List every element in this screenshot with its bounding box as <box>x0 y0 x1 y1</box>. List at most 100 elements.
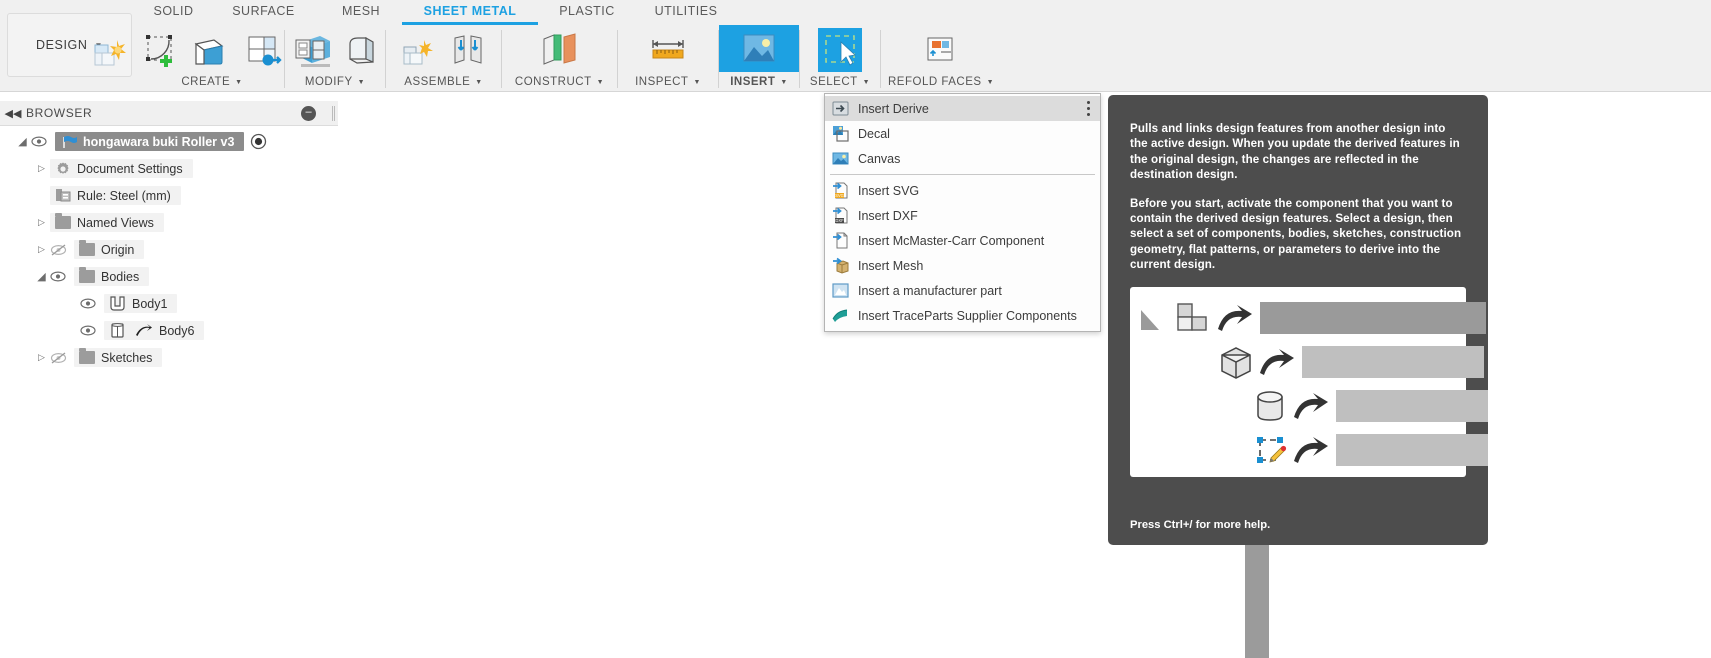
tree-node-body6[interactable]: Body6 <box>0 317 338 344</box>
tooltip-paragraph-2: Before you start, activate the component… <box>1130 196 1462 272</box>
tree-node-body6-pill: Body6 <box>104 321 205 340</box>
panel-construct-label[interactable]: CONSTRUCT ▼ <box>515 72 604 92</box>
menu-item-insert-svg[interactable]: SVG Insert SVG <box>825 178 1100 203</box>
curved-arrow-icon <box>1258 347 1296 377</box>
visibility-eye-icon[interactable] <box>50 271 74 282</box>
modify-unfold-button[interactable] <box>338 27 383 72</box>
tree-node-named-views[interactable]: ▷ Named Views <box>0 209 338 236</box>
visibility-hidden-icon[interactable] <box>50 351 74 364</box>
canvas-icon <box>832 150 849 167</box>
panel-modify-label[interactable]: MODIFY ▼ <box>305 72 365 92</box>
ribbon-tabs: SOLID SURFACE MESH SHEET METAL PLASTIC U… <box>140 0 736 25</box>
visibility-eye-icon[interactable] <box>80 298 104 309</box>
menu-item-insert-dxf[interactable]: DXF Insert DXF <box>825 203 1100 228</box>
tooltip-illustration <box>1130 286 1488 477</box>
menu-item-insert-svg-label: Insert SVG <box>858 183 920 198</box>
construct-plane-button[interactable] <box>537 27 582 72</box>
chevron-down-icon: ▼ <box>475 78 483 86</box>
panel-insert: INSERT ▼ <box>719 25 799 92</box>
inspect-measure-button[interactable] <box>646 27 691 72</box>
create-contour-flange-button[interactable] <box>241 27 286 72</box>
visibility-hidden-icon[interactable] <box>50 243 74 256</box>
panel-insert-label[interactable]: INSERT ▼ <box>730 72 788 92</box>
tab-utilities[interactable]: UTILITIES <box>636 0 736 25</box>
menu-item-insert-derive[interactable]: Insert Derive <box>825 96 1100 121</box>
illustration-row-4 <box>1252 433 1488 467</box>
expanded-arrow-icon[interactable]: ◢ <box>14 135 31 148</box>
panel-refold-faces-label[interactable]: REFOLD FACES ▼ <box>888 72 994 92</box>
body-u-icon <box>104 296 126 311</box>
menu-item-insert-mesh[interactable]: Insert Mesh <box>825 253 1100 278</box>
create-sketch-button[interactable] <box>139 27 184 72</box>
tree-node-document-settings[interactable]: ▷ Document Settings <box>0 155 338 182</box>
tree-node-rule-label: Rule: Steel (mm) <box>77 188 171 203</box>
tab-surface[interactable]: SURFACE <box>207 0 320 25</box>
panel-inspect: INSPECT ▼ <box>618 25 718 92</box>
tree-node-root-pill: hongawara buki Roller v3 <box>55 132 245 151</box>
panel-modify: MODIFY ▼ <box>285 25 385 92</box>
mcmaster-carr-icon <box>832 232 849 249</box>
tree-node-origin[interactable]: ▷ Origin <box>0 236 338 263</box>
manufacturer-part-icon <box>832 282 849 299</box>
tree-node-root[interactable]: ◢ hongawara buki Roller v3 <box>0 128 338 155</box>
tab-plastic[interactable]: PLASTIC <box>538 0 636 25</box>
tab-sheet-metal[interactable]: SHEET METAL <box>402 0 538 25</box>
panel-create-label[interactable]: CREATE ▼ <box>181 72 242 92</box>
activate-component-radio[interactable] <box>250 133 267 150</box>
sketch-icon <box>1252 433 1288 467</box>
arrow-icon <box>126 324 153 337</box>
menu-item-insert-mesh-label: Insert Mesh <box>858 258 924 273</box>
rule-icon <box>50 188 71 203</box>
browser-resize-grip[interactable] <box>332 106 335 121</box>
panel-inspect-label[interactable]: INSPECT ▼ <box>635 72 701 92</box>
panel-modify-icons <box>287 25 383 72</box>
collapse-browser-icon[interactable]: ◀◀ <box>0 107 26 120</box>
tree-node-sketches-pill: Sketches <box>74 348 163 367</box>
tree-node-bodies[interactable]: ◢ Bodies <box>0 263 338 290</box>
assemble-joint-button[interactable] <box>447 27 492 72</box>
refold-faces-button[interactable] <box>919 27 964 72</box>
collapsed-arrow-icon[interactable]: ▷ <box>33 217 50 228</box>
visibility-eye-icon[interactable] <box>80 325 104 336</box>
tree-node-body1[interactable]: Body1 <box>0 290 338 317</box>
collapsed-arrow-icon[interactable]: ▷ <box>33 163 50 174</box>
tab-surface-label: SURFACE <box>232 4 295 18</box>
menu-item-insert-traceparts-supplier-components[interactable]: Insert TraceParts Supplier Components <box>825 303 1100 328</box>
select-window-button[interactable] <box>818 28 862 72</box>
minus-circle-icon[interactable]: – <box>301 106 316 121</box>
tree-node-rule[interactable]: Rule: Steel (mm) <box>0 182 338 209</box>
menu-item-insert-mcmaster-carr-component[interactable]: Insert McMaster-Carr Component <box>825 228 1100 253</box>
insert-canvas-button[interactable] <box>719 25 799 72</box>
tree-node-document-settings-label: Document Settings <box>77 161 183 176</box>
collapsed-arrow-icon[interactable]: ▷ <box>33 352 50 363</box>
cylinder-icon <box>1252 389 1288 423</box>
overflow-menu-icon[interactable] <box>1087 101 1090 119</box>
expanded-arrow-icon[interactable]: ◢ <box>33 270 50 283</box>
modify-bend-button[interactable] <box>287 27 332 72</box>
tree-node-named-views-pill: Named Views <box>50 213 164 232</box>
menu-item-decal-label: Decal <box>858 126 890 141</box>
tab-mesh[interactable]: MESH <box>320 0 402 25</box>
menu-item-decal[interactable]: Decal <box>825 121 1100 146</box>
assemble-new-component-button[interactable] <box>396 27 441 72</box>
menu-item-canvas[interactable]: Canvas <box>825 146 1100 171</box>
panel-assemble-label[interactable]: ASSEMBLE ▼ <box>404 72 482 92</box>
menu-item-insert-a-manufacturer-part[interactable]: Insert a manufacturer part <box>825 278 1100 303</box>
tree-node-sketches[interactable]: ▷ Sketches <box>0 344 338 371</box>
tab-plastic-label: PLASTIC <box>559 4 615 18</box>
collapsed-arrow-icon[interactable]: ▷ <box>33 244 50 255</box>
component-assembly-icon <box>1138 301 1212 335</box>
traceparts-icon <box>832 307 849 324</box>
tab-solid[interactable]: SOLID <box>140 0 207 25</box>
panel-construct: CONSTRUCT ▼ <box>502 25 617 92</box>
tree-node-root-label: hongawara buki Roller v3 <box>83 134 235 149</box>
visibility-eye-icon[interactable] <box>31 136 55 147</box>
create-flange-button[interactable] <box>190 27 235 72</box>
panel-refold-icons <box>919 25 964 72</box>
panel-assemble-icons <box>396 25 492 72</box>
menu-item-insert-derive-label: Insert Derive <box>858 101 929 116</box>
tab-solid-label: SOLID <box>153 4 194 18</box>
create-sheet-metal-component-button[interactable] <box>88 27 133 72</box>
panel-select-label[interactable]: SELECT ▼ <box>810 72 870 92</box>
tooltip-paragraph-1: Pulls and links design features from ano… <box>1130 122 1460 182</box>
